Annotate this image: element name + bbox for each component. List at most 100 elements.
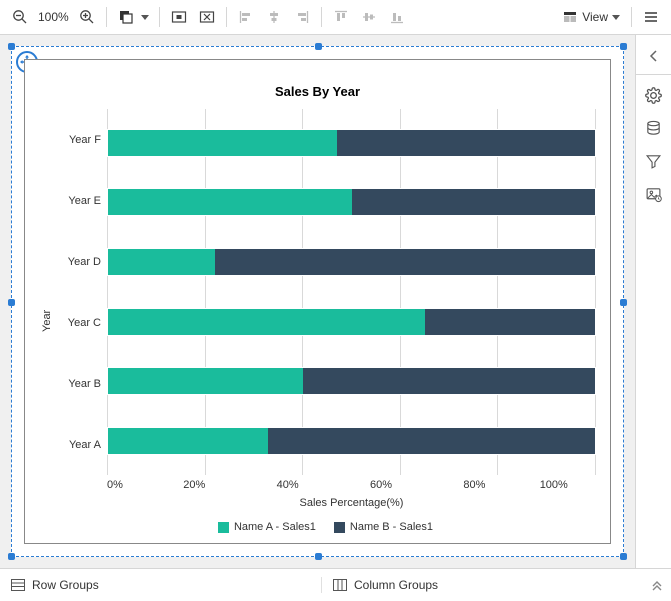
x-tick-label: 0% <box>107 479 123 491</box>
resize-handle-se[interactable] <box>620 553 627 560</box>
align-middle-icon <box>361 9 377 25</box>
view-menu-label: View <box>582 10 608 24</box>
legend-label-b: Name B - Sales1 <box>350 521 433 533</box>
zoom-out-button[interactable] <box>6 3 34 31</box>
groups-collapse-button[interactable] <box>643 578 671 592</box>
image-manager-button[interactable] <box>636 178 671 211</box>
separator <box>631 7 632 27</box>
ungroup-button[interactable] <box>193 3 221 31</box>
align-left-icon <box>238 9 254 25</box>
bar-segment-series-b <box>268 427 596 455</box>
chevron-down-icon[interactable] <box>141 15 149 20</box>
y-axis-category-labels: Year F Year E Year D Year C Year B Year A <box>55 109 107 475</box>
resize-handle-nw[interactable] <box>8 43 15 50</box>
separator <box>226 7 227 27</box>
category-label: Year F <box>69 134 101 146</box>
layers-icon <box>118 9 134 25</box>
zoom-out-icon <box>12 9 28 25</box>
collapse-panel-button[interactable] <box>636 39 671 72</box>
category-label: Year E <box>68 195 101 207</box>
align-bottom-button <box>383 3 411 31</box>
resize-handle-n[interactable] <box>315 43 322 50</box>
bar-row <box>107 129 596 157</box>
bar-segment-series-a <box>107 367 303 395</box>
bar-segment-series-a <box>107 188 352 216</box>
legend-swatch-a <box>218 522 229 533</box>
x-tick-label: 20% <box>183 479 205 491</box>
category-label: Year C <box>68 317 101 329</box>
properties-panel-button[interactable] <box>636 79 671 112</box>
chart-title: Sales By Year <box>39 84 596 99</box>
filter-panel-button[interactable] <box>636 145 671 178</box>
bar-segment-series-a <box>107 308 425 336</box>
row-groups-label: Row Groups <box>32 578 99 592</box>
bar-row <box>107 248 596 276</box>
resize-handle-e[interactable] <box>620 299 627 306</box>
plot-bars <box>107 109 596 475</box>
y-axis-title: Year <box>39 109 55 533</box>
align-right-button <box>288 3 316 31</box>
hamburger-icon <box>643 9 659 25</box>
right-sidebar <box>635 35 671 568</box>
align-top-button <box>327 3 355 31</box>
x-tick-label: 100% <box>540 479 568 491</box>
align-bottom-icon <box>389 9 405 25</box>
row-groups-section[interactable]: Row Groups <box>0 577 321 593</box>
resize-handle-w[interactable] <box>8 299 15 306</box>
group-in-icon <box>171 9 187 25</box>
category-label: Year D <box>68 256 101 268</box>
column-groups-label: Column Groups <box>354 578 438 592</box>
bar-segment-series-b <box>352 188 597 216</box>
selected-report-body[interactable]: Sales By Year Year Year FYear EYear DYea… <box>11 46 624 557</box>
align-right-icon <box>294 9 310 25</box>
double-chevron-up-icon <box>650 578 664 592</box>
bar-segment-series-a <box>107 427 268 455</box>
database-icon <box>645 120 662 137</box>
column-groups-icon <box>332 577 348 593</box>
bar-row <box>107 308 596 336</box>
category-label: Year B <box>68 378 101 390</box>
design-canvas[interactable]: Sales By Year Year Year FYear EYear DYea… <box>0 35 635 568</box>
chart-report-item[interactable]: Sales By Year Year Year FYear EYear DYea… <box>24 59 611 544</box>
bar-segment-series-b <box>215 248 596 276</box>
bar-row <box>107 367 596 395</box>
legend-item-b: Name B - Sales1 <box>334 521 433 533</box>
zoom-in-icon <box>79 9 95 25</box>
separator <box>321 7 322 27</box>
bar-segment-series-b <box>425 308 596 336</box>
groups-bar: Row Groups Column Groups <box>0 568 671 601</box>
column-groups-section[interactable]: Column Groups <box>321 577 643 593</box>
bar-row <box>107 188 596 216</box>
separator <box>159 7 160 27</box>
workspace: Sales By Year Year Year FYear EYear DYea… <box>0 35 671 568</box>
x-axis-ticks: 0%20%40%60%80%100% <box>107 475 596 491</box>
legend-item-a: Name A - Sales1 <box>218 521 316 533</box>
bar-segment-series-b <box>337 129 596 157</box>
data-panel-button[interactable] <box>636 112 671 145</box>
top-toolbar: 100% View <box>0 0 671 35</box>
align-top-icon <box>333 9 349 25</box>
chevron-left-icon <box>648 50 660 62</box>
resize-handle-sw[interactable] <box>8 553 15 560</box>
legend-label-a: Name A - Sales1 <box>234 521 316 533</box>
category-label: Year A <box>69 439 101 451</box>
resize-handle-s[interactable] <box>315 553 322 560</box>
zoom-value: 100% <box>34 10 73 24</box>
x-tick-label: 80% <box>463 479 485 491</box>
bar-segment-series-a <box>107 129 337 157</box>
image-icon <box>645 186 662 203</box>
group-in-container-button[interactable] <box>165 3 193 31</box>
separator <box>106 7 107 27</box>
zoom-in-button[interactable] <box>73 3 101 31</box>
chevron-down-icon <box>612 15 620 20</box>
hamburger-menu-button[interactable] <box>637 3 665 31</box>
view-menu-button[interactable]: View <box>556 3 626 31</box>
x-tick-label: 40% <box>277 479 299 491</box>
resize-handle-ne[interactable] <box>620 43 627 50</box>
x-axis-title: Sales Percentage(%) <box>107 491 596 509</box>
send-backward-button[interactable] <box>112 3 140 31</box>
row-groups-icon <box>10 577 26 593</box>
view-icon <box>562 9 578 25</box>
bar-segment-series-a <box>107 248 215 276</box>
align-left-button <box>232 3 260 31</box>
